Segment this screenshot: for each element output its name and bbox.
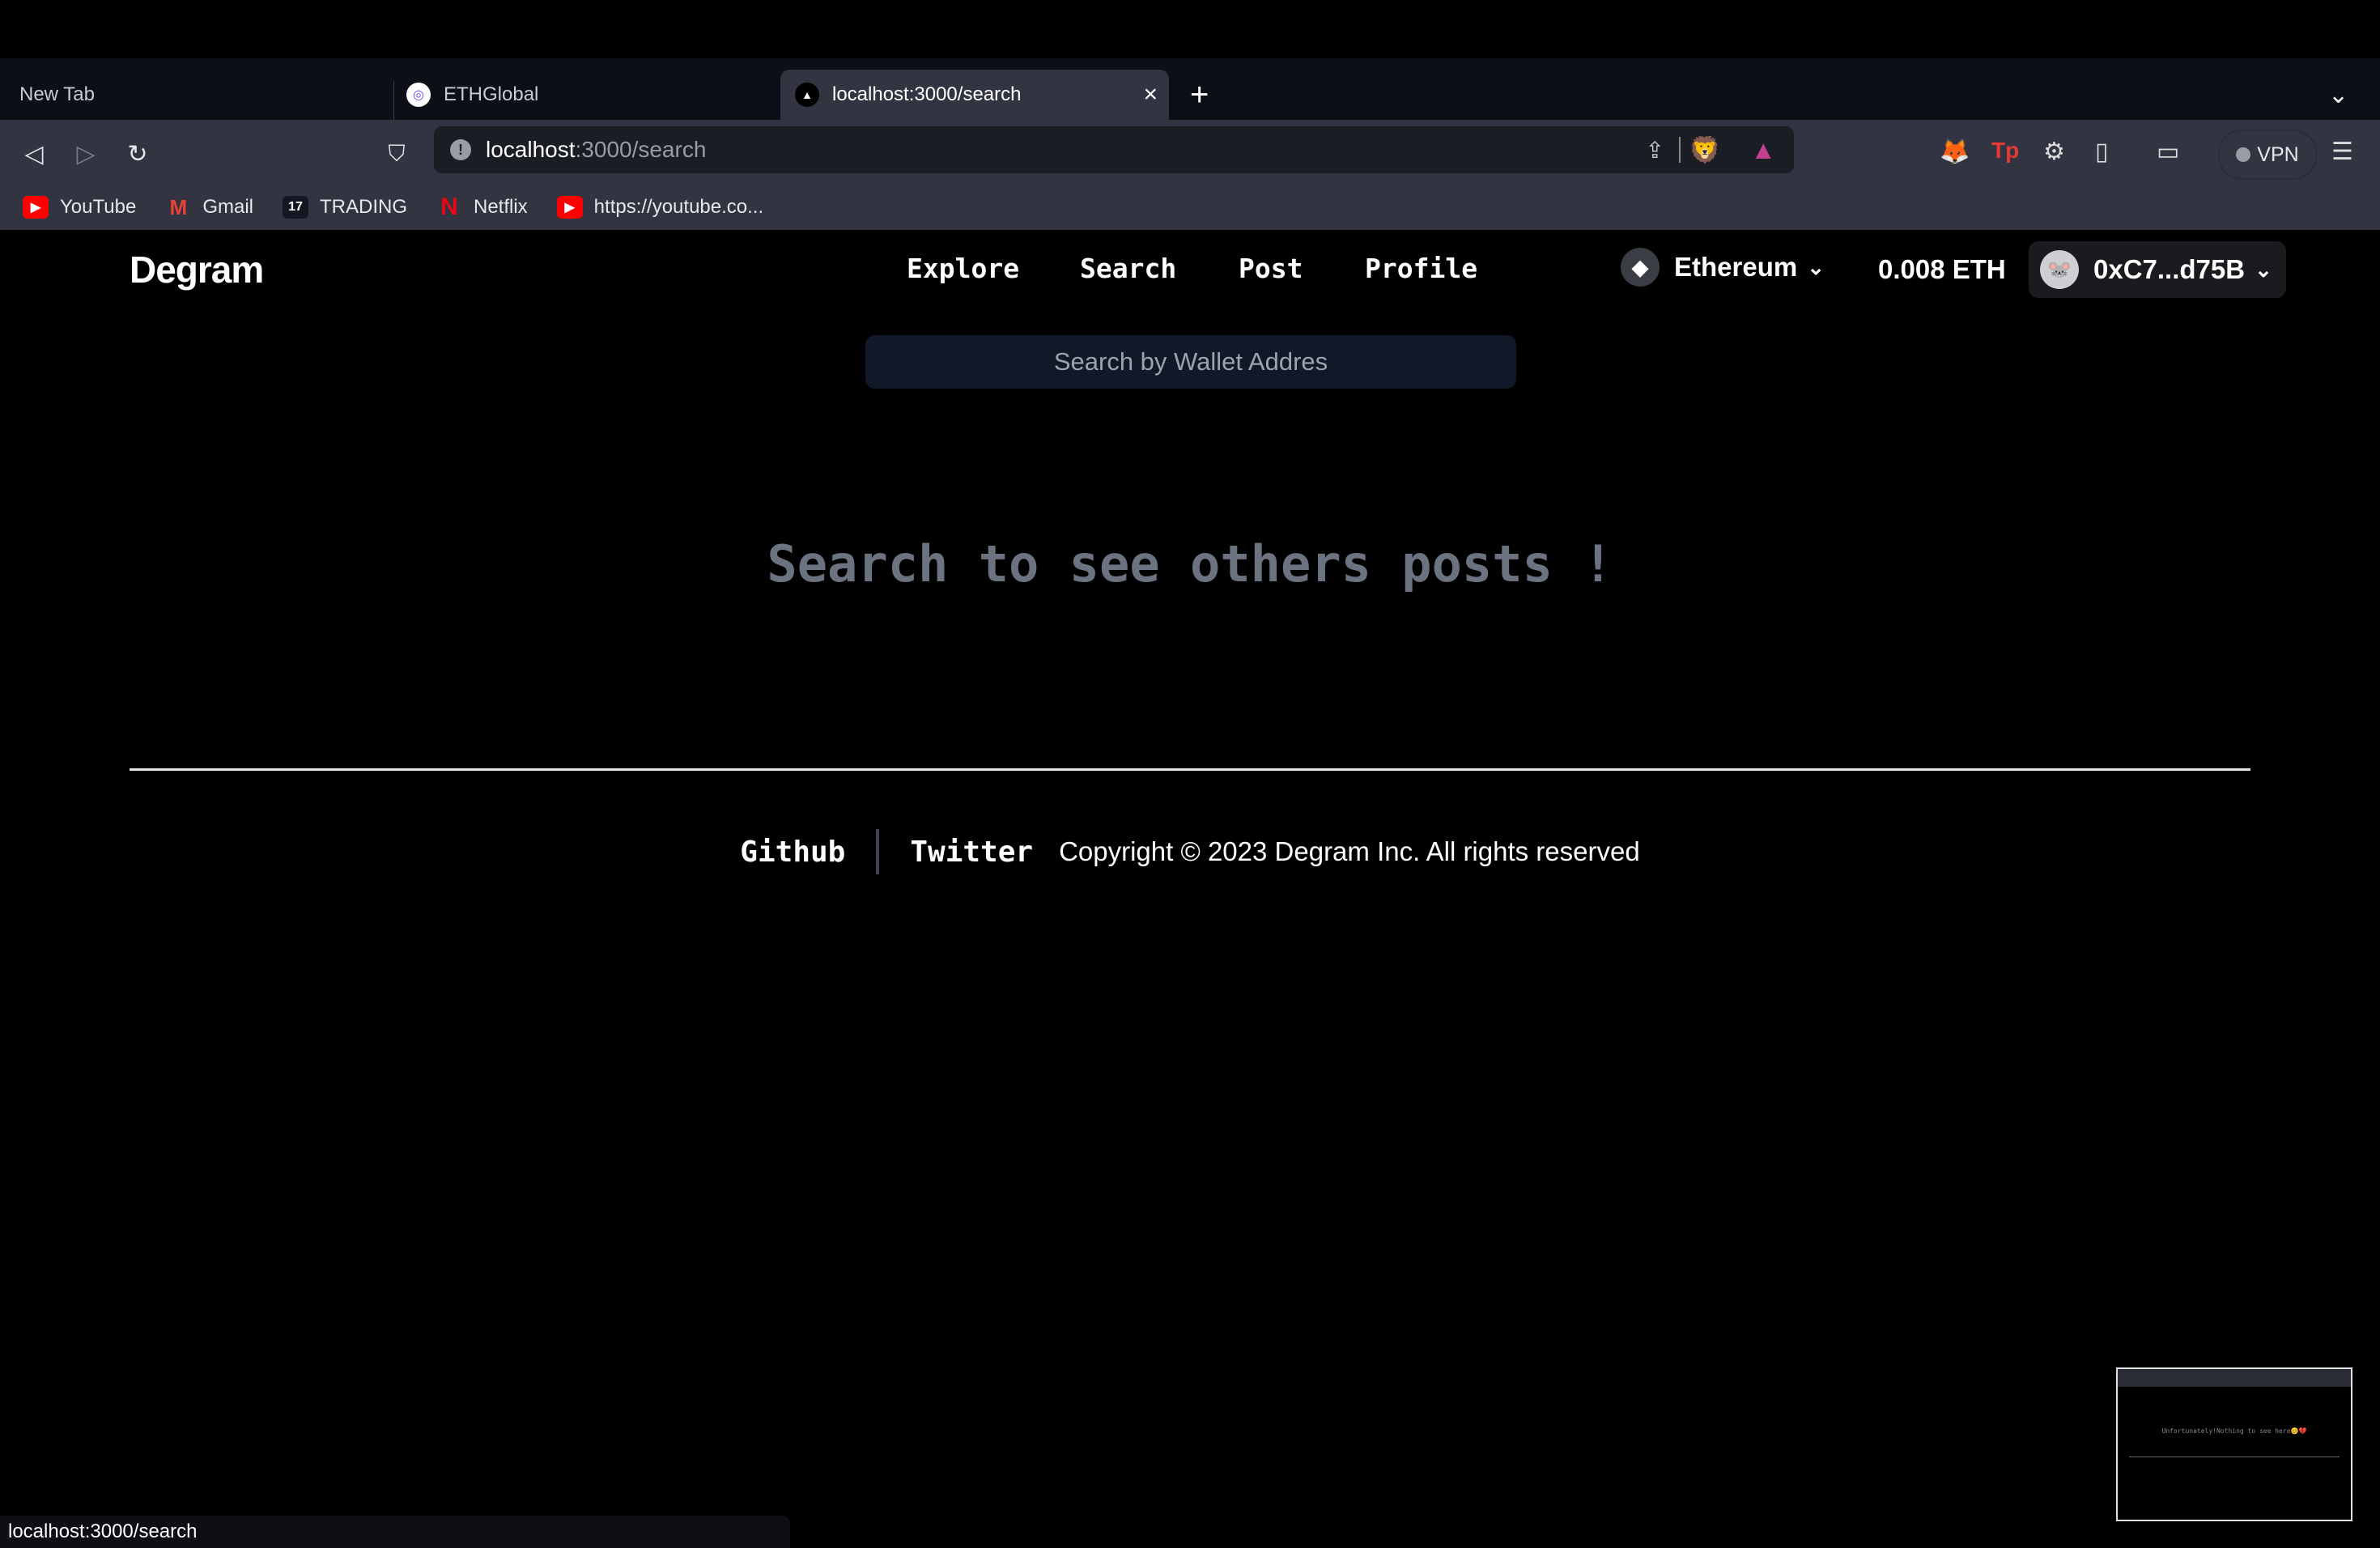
reload-icon[interactable]: ↻: [120, 136, 155, 172]
status-bar-url: localhost:3000/search: [0, 1516, 790, 1548]
new-tab-button[interactable]: +: [1190, 70, 1209, 120]
vercel-triangle-icon: ▲: [795, 83, 819, 107]
bookmark-icon[interactable]: ⛉: [379, 136, 414, 172]
url-path: :3000/search: [575, 137, 707, 162]
wallet-balance: 0.008 ETH: [1878, 254, 2006, 284]
url-text[interactable]: localhost:3000/search: [486, 137, 706, 163]
ethereum-icon: ◆: [1621, 248, 1660, 287]
bookmark-gmail[interactable]: M Gmail: [165, 194, 253, 219]
vpn-button[interactable]: VPN: [2218, 130, 2317, 180]
account-button[interactable]: 🐭 0xC7...d75B ⌄: [2029, 241, 2286, 298]
footer-twitter-link[interactable]: Twitter: [910, 836, 1033, 869]
share-icon[interactable]: ⇪: [1646, 137, 1664, 164]
footer-github-link[interactable]: Github: [740, 836, 845, 869]
omnibox-separator: [1679, 137, 1681, 163]
wallet-search-input[interactable]: [865, 335, 1516, 389]
screenshot-thumbnail[interactable]: Unfortunately!Nothing to see here😊💔: [2116, 1367, 2352, 1521]
footer: Github Twitter Copyright © 2023 Degram I…: [0, 829, 2380, 874]
network-selector[interactable]: ◆ Ethereum ⌄: [1621, 248, 1825, 287]
bookmark-netflix[interactable]: N Netflix: [436, 194, 528, 220]
site-info-icon[interactable]: !: [450, 139, 471, 160]
nav-search[interactable]: Search: [1080, 253, 1176, 284]
vpn-label: VPN: [2257, 142, 2299, 166]
copyright-text: Copyright © 2023 Degram Inc. All rights …: [1059, 836, 1640, 866]
tab-label: New Tab: [19, 83, 95, 105]
thumbnail-message: Unfortunately!Nothing to see here😊💔: [2161, 1427, 2307, 1435]
address-bar[interactable]: ! localhost:3000/search ⇪ 🦁 ▲: [434, 126, 1794, 173]
bookmarks-bar: ▶ YouTube M Gmail 17 TRADING N Netflix ▶…: [0, 186, 793, 228]
chevron-down-icon: ⌄: [2255, 257, 2272, 282]
menu-hamburger-icon[interactable]: ☰: [2331, 138, 2353, 166]
youtube-icon: ▶: [556, 196, 583, 219]
bookmark-label: https://youtube.co...: [593, 196, 764, 218]
account-address: 0xC7...d75B: [2093, 254, 2246, 284]
thumbnail-chrome: [2118, 1369, 2351, 1387]
tab-label: ETHGlobal: [444, 83, 539, 105]
footer-divider: [130, 768, 2250, 771]
close-tab-icon[interactable]: ×: [1143, 81, 1158, 108]
app-logo[interactable]: Degram: [130, 248, 264, 291]
netflix-icon: N: [440, 194, 458, 220]
tab-new-tab[interactable]: New Tab: [19, 70, 376, 120]
brave-rewards-icon[interactable]: ▲: [1750, 135, 1776, 165]
back-icon[interactable]: ◁: [16, 136, 52, 172]
browser-toolbar: ◁ ▷ ↻ ⛉ ! localhost:3000/search ⇪ 🦁 ▲ 🦊 …: [0, 120, 2380, 230]
gmail-icon: M: [169, 194, 188, 219]
tab-separator: [393, 81, 394, 120]
bookmark-label: TRADING: [319, 196, 407, 218]
nav-profile[interactable]: Profile: [1365, 253, 1477, 284]
wallet-icon[interactable]: ▭: [2157, 138, 2179, 166]
youtube-icon: ▶: [23, 196, 49, 219]
avatar: 🐭: [2040, 250, 2079, 289]
tradingview-icon: 17: [282, 196, 308, 219]
tab-localhost-search[interactable]: ▲ localhost:3000/search ×: [780, 70, 1169, 120]
nav-explore[interactable]: Explore: [907, 253, 1019, 284]
forward-icon[interactable]: ▷: [68, 136, 104, 172]
bookmark-label: YouTube: [60, 196, 137, 218]
brave-shields-icon[interactable]: 🦁: [1689, 134, 1721, 165]
metamask-icon[interactable]: 🦊: [1940, 138, 1970, 166]
tab-strip: New Tab ◎ ETHGlobal ▲ localhost:3000/sea…: [0, 58, 2380, 120]
window-top-bar: [0, 0, 2380, 58]
bookmark-label: Gmail: [202, 196, 253, 218]
footer-separator: [876, 829, 880, 874]
tab-list-chevron-icon[interactable]: ⌄: [2328, 70, 2348, 120]
bookmark-youtube-link[interactable]: ▶ https://youtube.co...: [556, 196, 764, 219]
nav-post[interactable]: Post: [1239, 253, 1303, 284]
network-name: Ethereum: [1674, 252, 1798, 282]
empty-state-message: Search to see others posts !: [767, 534, 1613, 593]
vpn-status-icon: [2236, 147, 2251, 162]
chevron-down-icon: ⌄: [1807, 254, 1825, 279]
ethglobal-icon: ◎: [406, 83, 431, 107]
bookmark-label: Netflix: [473, 196, 528, 218]
bookmark-youtube[interactable]: ▶ YouTube: [23, 196, 136, 219]
url-host: localhost: [486, 137, 576, 162]
extensions-puzzle-icon[interactable]: ⚙: [2043, 138, 2065, 166]
tp-extension-icon[interactable]: Tp: [1991, 138, 2019, 164]
sidebar-icon[interactable]: ▯: [2095, 138, 2109, 166]
tab-ethglobal[interactable]: ◎ ETHGlobal: [406, 70, 763, 120]
tab-label: localhost:3000/search: [832, 83, 1022, 105]
bookmark-trading[interactable]: 17 TRADING: [282, 196, 407, 219]
